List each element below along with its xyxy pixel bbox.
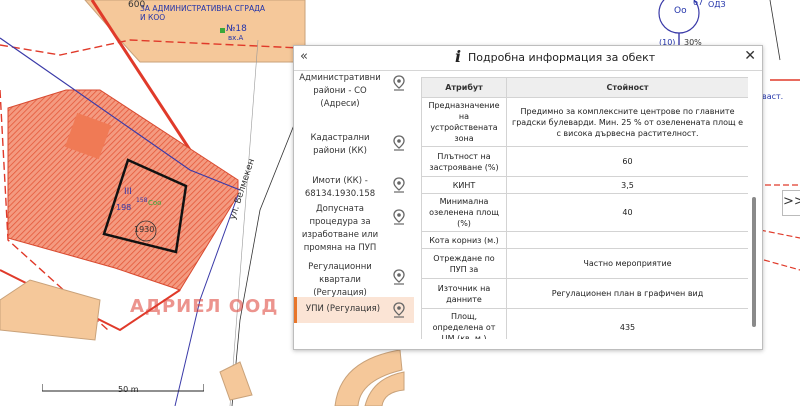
table-row: Плътност на застрояване (%) 60: [421, 146, 748, 177]
map-pin-icon[interactable]: [392, 302, 406, 318]
value-cell: [506, 231, 748, 249]
expand-side-panel-button[interactable]: >>: [782, 190, 800, 216]
value-cell: Регулационен план в графичен вид: [506, 278, 748, 309]
layer-item-label: УПИ (Регулация): [305, 304, 381, 314]
table-row: КИНТ 3,5: [421, 176, 748, 194]
attribute-cell: Площ, определена от ЦМ (кв. м.): [421, 308, 507, 339]
attribute-cell: Източник на данните: [421, 278, 507, 309]
column-header-attribute: Атрибут: [421, 77, 507, 98]
map-label-corner-code: ОДЗ: [708, 0, 726, 9]
layer-item-label: Регулационни квартали (Регулация): [308, 262, 372, 298]
layer-item-label: Допусната процедура за изработване или п…: [301, 204, 379, 253]
value-cell: Частно мероприятие: [506, 248, 748, 279]
map-label-entrance-sub: вх.А: [228, 34, 244, 42]
attributes-table: Атрибут Стойност Предназначение на устро…: [421, 77, 748, 339]
layer-item-label: Административни райони - СО (Адреси): [299, 73, 381, 109]
map-label-right-text: васт.: [762, 92, 784, 101]
admin-building-line1: ЗА АДМИНИСТРАТИВНА СГРАДА: [140, 4, 266, 13]
layer-item-properties[interactable]: Имоти (КК) - 68134.1930.158: [294, 173, 411, 207]
map-pin-icon[interactable]: [392, 177, 406, 193]
object-info-panel: « i Подробна информация за обект ✕ Админ…: [293, 45, 763, 350]
table-header-row: Атрибут Стойност: [421, 77, 748, 98]
layer-item-regulation-quarters[interactable]: Регулационни квартали (Регулация): [294, 262, 411, 298]
map-pin-icon[interactable]: [392, 135, 406, 151]
table-row: Кота корниз (м.): [421, 231, 748, 249]
map-label-parcel-sub2: Соо: [148, 199, 162, 207]
map-pin-icon[interactable]: [392, 269, 406, 285]
attribute-cell: Отреждане по ПУП за: [421, 248, 507, 279]
parcel-upi: [7, 89, 239, 291]
panel-title: Подробна информация за обект: [468, 51, 656, 64]
layer-item-admin-regions[interactable]: Административни райони - СО (Адреси): [294, 71, 411, 125]
attribute-cell: Предназначение на устройствената зона: [421, 97, 507, 147]
layer-item-label: Имоти (КК) - 68134.1930.158: [304, 176, 376, 199]
map-label-corner-num: 67: [693, 0, 704, 7]
map-label-parcel-roman: III: [124, 187, 132, 197]
watermark: АДРИЕЛ ООД: [130, 296, 279, 317]
table-row: Предназначение на устройствената зона Пр…: [421, 97, 748, 147]
map-label-admin-building: ЗА АДМИНИСТРАТИВНА СГРАДА И КОО: [140, 4, 265, 22]
map-label-entrance-no: №18: [226, 24, 247, 34]
info-icon: i: [454, 47, 462, 66]
double-chevron-left-icon[interactable]: «: [300, 49, 308, 64]
value-cell: Предимно за комплексните центрове по гла…: [506, 97, 748, 147]
entrance-point: [220, 28, 225, 33]
map-label-parcel-year: 1930: [134, 225, 155, 234]
column-header-value: Стойност: [506, 77, 748, 98]
attribute-cell: Кота корниз (м.): [421, 231, 507, 249]
map-pin-icon[interactable]: [392, 75, 406, 91]
table-row: Минимална озеленена площ (%) 40: [421, 193, 748, 232]
table-row: Отреждане по ПУП за Частно мероприятие: [421, 248, 748, 279]
table-row: Източник на данните Регулационен план в …: [421, 278, 748, 309]
layer-item-label: Кадастрални райони (КК): [310, 133, 370, 156]
scale-label: 50 m: [118, 385, 139, 394]
attribute-cell: КИНТ: [421, 176, 507, 194]
map-pin-icon[interactable]: [392, 209, 406, 225]
table-row: Площ, определена от ЦМ (кв. м.) 435: [421, 308, 748, 339]
map-label-tree: Оо: [674, 6, 687, 16]
building-bottom-right: [219, 361, 253, 401]
layer-item-pup-procedure[interactable]: Допусната процедура за изработване или п…: [294, 204, 411, 261]
layer-item-cadastral-regions[interactable]: Кадастрални райони (КК): [294, 127, 411, 171]
admin-building-line2: И КОО: [140, 13, 166, 22]
map-label-top-number: 600: [128, 0, 146, 10]
blue-street-line-3: [231, 109, 301, 406]
building-bottom-left: [0, 279, 101, 341]
layer-item-upi[interactable]: УПИ (Регулация): [294, 297, 414, 323]
attributes-table-wrap[interactable]: Атрибут Стойност Предназначение на устро…: [421, 77, 748, 339]
close-icon[interactable]: ✕: [744, 48, 756, 64]
map-label-parcel-num: 198: [116, 203, 132, 212]
value-cell: 40: [506, 193, 748, 232]
value-cell: 435: [506, 308, 748, 339]
value-cell: 60: [506, 146, 748, 177]
scrollbar-thumb[interactable]: [752, 197, 756, 327]
layer-list: Административни райони - СО (Адреси) Кад…: [294, 71, 414, 349]
table-scrollbar[interactable]: [751, 77, 757, 339]
attribute-cell: Минимална озеленена площ (%): [421, 193, 507, 232]
panel-header: « i Подробна информация за обект ✕: [294, 46, 762, 71]
map-label-parcel-sub1: 158: [136, 197, 148, 204]
value-cell: 3,5: [506, 176, 748, 194]
attribute-cell: Плътност на застрояване (%): [421, 146, 507, 177]
